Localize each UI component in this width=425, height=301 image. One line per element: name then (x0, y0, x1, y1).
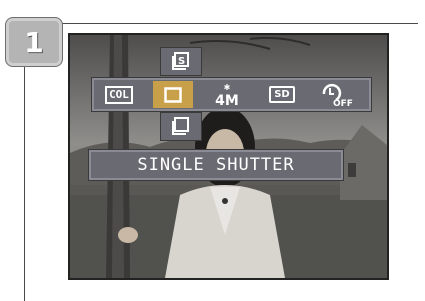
menu-option-below[interactable] (160, 112, 202, 141)
step-number: 1 (24, 25, 44, 59)
self-timer-off-icon: OFF (322, 83, 353, 108)
menu-item-color[interactable]: COL (99, 81, 139, 108)
menu-bar: COL ✱ 4M SD OFF (91, 77, 372, 112)
single-shutter-icon (164, 86, 182, 103)
svg-text:4M: 4M (215, 93, 239, 108)
svg-text:OFF: OFF (333, 99, 353, 108)
camera-lcd-screen: S COL ✱ 4M SD OFF SINGLE SHUTTER (68, 33, 389, 280)
svg-text:S: S (178, 56, 185, 67)
menu-item-self-timer[interactable]: OFF (316, 81, 356, 108)
menu-option-above[interactable]: S (160, 47, 202, 76)
svg-text:✱: ✱ (224, 83, 231, 92)
step-badge: 1 (5, 17, 63, 67)
mode-description-banner: SINGLE SHUTTER (88, 149, 344, 181)
mode-description-text: SINGLE SHUTTER (137, 155, 295, 175)
sequence-shutter-icon: S (172, 51, 189, 70)
menu-item-storage[interactable]: SD (262, 81, 302, 108)
frame-top-line (24, 23, 418, 24)
menu-item-drive-mode[interactable] (153, 81, 193, 108)
menu-item-image-size[interactable]: ✱ 4M (207, 81, 247, 108)
continuous-shutter-icon (172, 116, 189, 135)
color-mode-icon: COL (105, 85, 133, 104)
sd-card-icon: SD (269, 86, 295, 103)
image-size-4m-icon: ✱ 4M (215, 83, 239, 108)
